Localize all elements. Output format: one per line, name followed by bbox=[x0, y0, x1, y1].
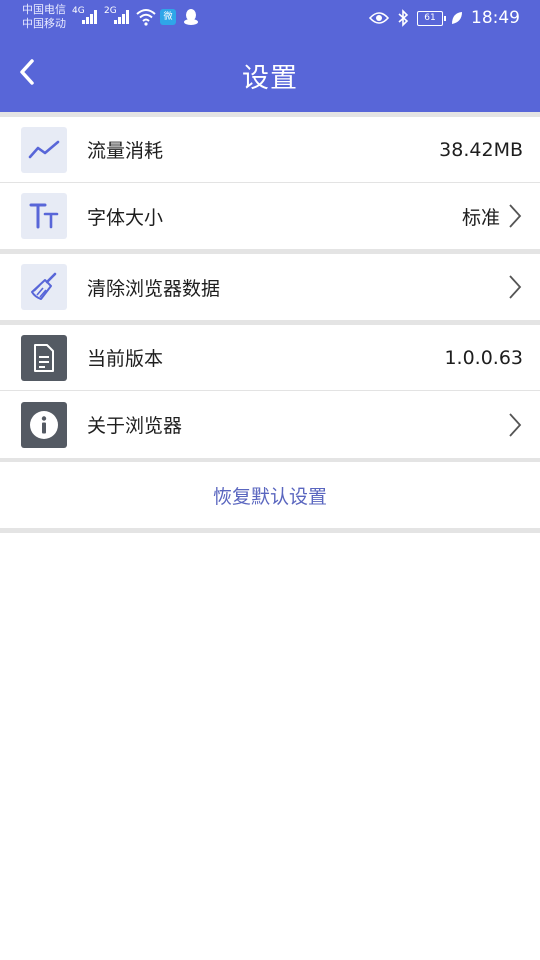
leaf-icon bbox=[452, 12, 462, 24]
setting-version: 当前版本 1.0.0.63 bbox=[0, 325, 540, 391]
carrier-2: 中国移动 bbox=[22, 17, 66, 30]
reset-defaults-button[interactable]: 恢复默认设置 bbox=[0, 462, 540, 528]
battery-icon: 61 bbox=[417, 10, 446, 26]
signal-1-icon bbox=[82, 10, 98, 24]
setting-font-size[interactable]: 字体大小 标准 bbox=[0, 183, 540, 249]
setting-label: 字体大小 bbox=[87, 206, 164, 229]
status-right: 61 18:49 bbox=[369, 8, 520, 28]
status-bar: 中国电信 中国移动 4G 2G 微 61 18:49 bbox=[0, 0, 540, 36]
page-title: 设置 bbox=[242, 63, 298, 94]
app-header: 中国电信 中国移动 4G 2G 微 61 18:49 设置 bbox=[0, 0, 540, 112]
chevron-right-icon bbox=[508, 203, 524, 229]
setting-label: 流量消耗 bbox=[87, 140, 164, 162]
notification-app-icon: 微 bbox=[160, 9, 176, 25]
carrier-1: 中国电信 bbox=[22, 3, 66, 16]
section-divider bbox=[0, 528, 540, 533]
status-time: 18:49 bbox=[471, 8, 520, 28]
data-usage-value: 38.42MB bbox=[439, 138, 523, 161]
setting-label: 清除浏览器数据 bbox=[87, 277, 221, 300]
document-icon bbox=[21, 334, 67, 381]
chevron-right-icon bbox=[508, 412, 524, 438]
qq-icon bbox=[184, 9, 198, 25]
chevron-right-icon bbox=[508, 274, 524, 300]
setting-about[interactable]: 关于浏览器 bbox=[0, 391, 540, 458]
version-value: 1.0.0.63 bbox=[444, 346, 523, 369]
setting-label: 关于浏览器 bbox=[87, 415, 183, 437]
setting-clear-data[interactable]: 清除浏览器数据 bbox=[0, 254, 540, 320]
bluetooth-icon bbox=[398, 9, 409, 27]
font-size-value: 标准 bbox=[461, 206, 500, 229]
trend-line-icon bbox=[21, 126, 67, 173]
font-size-icon bbox=[21, 193, 67, 239]
info-icon bbox=[21, 401, 67, 448]
carrier-labels: 中国电信 中国移动 bbox=[22, 3, 66, 31]
signal-2-icon bbox=[114, 10, 130, 24]
eye-icon bbox=[369, 12, 389, 24]
setting-data-usage[interactable]: 流量消耗 38.42MB bbox=[0, 117, 540, 183]
setting-label: 当前版本 bbox=[87, 348, 164, 370]
wifi-icon bbox=[136, 9, 156, 26]
broom-icon bbox=[21, 264, 67, 310]
